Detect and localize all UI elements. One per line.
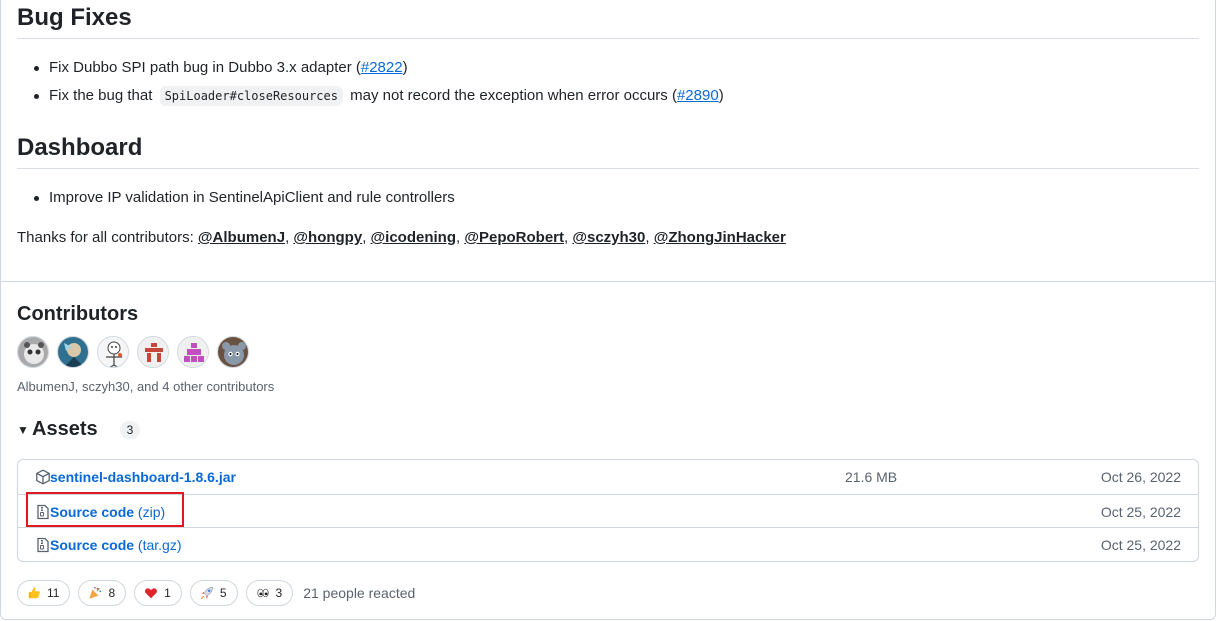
bug-fixes-heading: Bug Fixes: [17, 4, 132, 31]
party-popper-icon: [87, 585, 103, 601]
caret-down-icon: ▼: [17, 422, 29, 437]
avatar[interactable]: [137, 336, 169, 368]
contributor-link[interactable]: @sczyh30: [572, 229, 645, 246]
asset-row: Source code (zip) Oct 25, 2022: [18, 494, 1198, 528]
dashboard-heading: Dashboard: [17, 134, 143, 161]
heading-rule: [17, 168, 1199, 169]
avatar[interactable]: [97, 336, 129, 368]
contributors-summary: AlbumenJ, sczyh30, and 4 other contribut…: [17, 379, 275, 394]
section-divider: [0, 281, 1216, 282]
reaction-count: 8: [108, 586, 116, 600]
avatar[interactable]: [17, 336, 49, 368]
file-zip-icon: [35, 537, 51, 553]
reaction-rocket[interactable]: 5: [189, 580, 238, 606]
reaction-eyes[interactable]: 3: [245, 580, 294, 606]
list-item-text: Fix the bug that: [49, 87, 153, 104]
asset-row: sentinel-dashboard-1.8.6.jar 21.6 MB Oct…: [18, 460, 1198, 494]
asset-download-link[interactable]: sentinel-dashboard-1.8.6.jar: [50, 469, 236, 485]
asset-date: Oct 25, 2022: [1100, 536, 1181, 553]
contributor-link[interactable]: @PepoRobert: [464, 229, 564, 246]
list-item-text: ): [402, 59, 408, 76]
list-item-text: may not record the exception when error …: [350, 87, 677, 104]
avatar-list: [17, 336, 249, 368]
assets-list: sentinel-dashboard-1.8.6.jar 21.6 MB Oct…: [17, 459, 1199, 562]
list-item-text: ): [718, 87, 724, 104]
assets-count-badge: 3: [119, 420, 141, 439]
reaction-count: 1: [164, 586, 171, 600]
list-item: Fix Dubbo SPI path bug in Dubbo 3.x adap…: [32, 54, 724, 82]
contributor-link[interactable]: @hongpy: [293, 229, 362, 246]
assets-heading: Assets: [32, 418, 98, 440]
contributor-link[interactable]: @AlbumenJ: [198, 229, 285, 246]
highlight-box: [26, 492, 184, 527]
reaction-count: 5: [219, 586, 227, 600]
asset-date: Oct 26, 2022: [1100, 469, 1181, 485]
asset-name: Source code: [50, 536, 135, 553]
avatar[interactable]: [57, 336, 89, 368]
dashboard-list: Improve IP validation in SentinelApiClie…: [32, 184, 455, 212]
issue-link-2890[interactable]: #2890: [677, 87, 719, 104]
issue-link-2822[interactable]: #2822: [361, 59, 403, 76]
thumbs-up-icon: [26, 585, 42, 601]
list-item-text: Fix Dubbo SPI path bug in Dubbo 3.x adap…: [49, 59, 361, 76]
asset-size: 21.6 MB: [845, 469, 898, 485]
reactions-bar: 11 8 1 5 3 21 people reacted: [17, 580, 415, 606]
avatar[interactable]: [217, 336, 249, 368]
avatar[interactable]: [177, 336, 209, 368]
list-item: Improve IP validation in SentinelApiClie…: [32, 184, 455, 212]
reaction-thumbs-up[interactable]: 11: [17, 580, 71, 606]
inline-code: SpiLoader#closeResources: [159, 86, 343, 106]
heading-rule: [17, 38, 1199, 39]
asset-download-link[interactable]: Source code (tar.gz): [50, 537, 182, 553]
list-item: Fix the bug that SpiLoader#closeResource…: [32, 82, 724, 110]
thanks-line: Thanks for all contributors: @AlbumenJ, …: [17, 229, 786, 246]
contributors-heading: Contributors: [17, 303, 139, 325]
heart-icon: [143, 585, 159, 601]
list-item-text: Improve IP validation in SentinelApiClie…: [49, 189, 455, 206]
reaction-count: 11: [47, 586, 60, 600]
asset-suffix: (tar.gz): [134, 536, 182, 553]
contributor-link[interactable]: @ZhongJinHacker: [654, 229, 786, 246]
assets-toggle[interactable]: ▼ Assets 3: [17, 418, 141, 441]
asset-date: Oct 25, 2022: [1100, 503, 1181, 520]
asset-name: sentinel-dashboard-1.8.6.jar: [50, 469, 236, 485]
reaction-heart[interactable]: 1: [134, 580, 182, 606]
reaction-count: 3: [275, 586, 283, 600]
reaction-hooray[interactable]: 8: [78, 580, 127, 606]
contributor-link[interactable]: @icodening: [371, 229, 456, 246]
bug-fixes-list: Fix Dubbo SPI path bug in Dubbo 3.x adap…: [32, 54, 724, 110]
package-icon: [35, 469, 51, 485]
reactions-summary: 21 people reacted: [303, 585, 416, 601]
thanks-prefix: Thanks for all contributors:: [17, 229, 198, 246]
rocket-icon: [199, 585, 215, 601]
eyes-icon: [255, 585, 271, 601]
asset-row: Source code (tar.gz) Oct 25, 2022: [18, 527, 1198, 561]
